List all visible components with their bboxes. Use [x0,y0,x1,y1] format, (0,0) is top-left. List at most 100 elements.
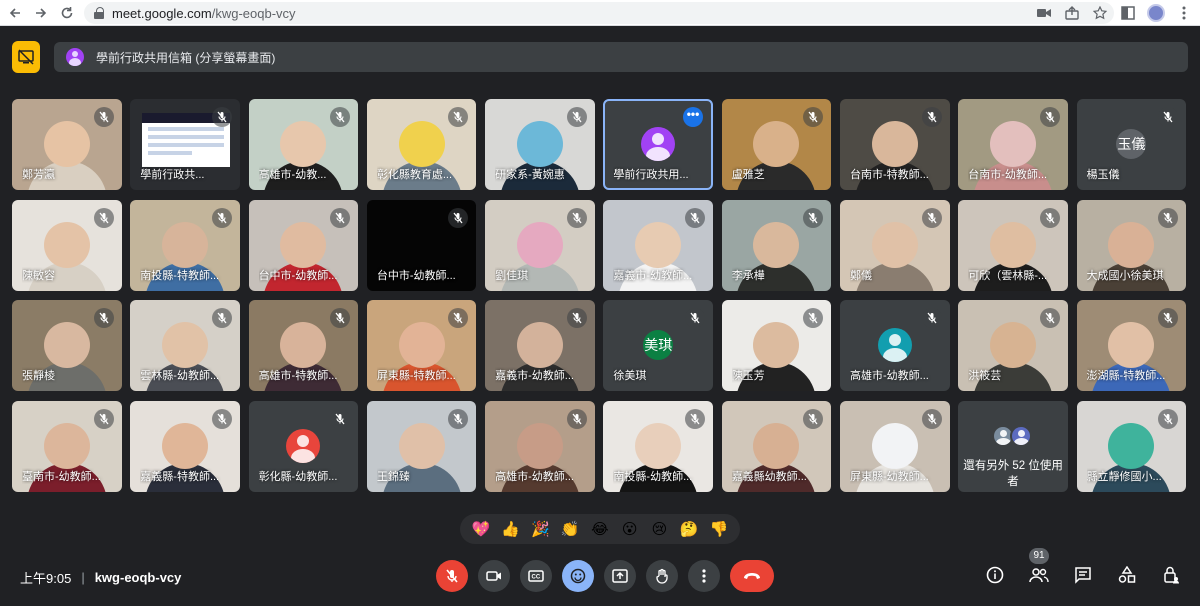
mic-off-icon [1039,207,1060,228]
reaction-emoji[interactable]: 👍 [500,520,522,538]
mic-off-icon [330,408,351,429]
raise-hand-button[interactable] [646,560,678,592]
activities-button[interactable] [1114,562,1140,588]
participant-tile[interactable]: 鄭儀 [839,199,950,291]
participant-initials: 玉儀 [1116,129,1147,159]
participant-tile[interactable]: 玉儀 楊玉儀 [1076,99,1187,190]
reaction-emoji[interactable]: 👎 [708,520,730,538]
participant-tile[interactable]: 嘉義市-幼教師... [603,199,713,291]
participant-tile[interactable]: 彰化縣-幼教師... [248,400,359,492]
participant-tile[interactable]: 還有另外 52 位使用者 [958,400,1068,492]
reactions-bar: 💖 👍 🎉 👏 😂 😮 😢 🤔 👎 [460,514,740,544]
present-now-button[interactable] [604,560,636,592]
participant-tile[interactable]: 澎湖縣-特教師... [1076,300,1187,391]
participant-tile[interactable]: 嘉義市-幼教師... [485,300,595,391]
participant-tile[interactable]: 台中市-幼教師... [248,199,359,291]
participant-tile[interactable]: 李承樺 [721,199,832,291]
participant-face [162,422,209,469]
participant-tile[interactable]: 縣立靜修國小... [1076,400,1187,492]
participant-face [871,221,918,268]
captions-button[interactable]: CC [520,560,552,592]
participant-name: 可欣（雲林縣-... [968,269,1048,282]
participant-tile[interactable]: 高雄市-幼教... [248,99,359,190]
more-vert-icon [702,569,706,583]
participant-name: 洪筱芸 [968,370,1002,382]
call-end-icon [744,573,760,579]
participant-tile[interactable]: 高雄市-幼教師... [485,400,595,492]
mic-off-icon [685,308,705,328]
participant-tile[interactable]: 南投縣-特教師... [130,199,240,291]
participant-avatar-icon [877,328,912,362]
participant-tile[interactable]: 雲林縣-幼教師... [130,300,240,391]
mic-off-icon [448,408,469,429]
participant-tile[interactable]: 高雄市-特教師... [248,300,359,391]
participant-face [753,121,800,167]
people-button[interactable]: 91 [1026,548,1052,588]
participant-tile[interactable]: 研家系-黃婉惠 [485,99,595,190]
participant-tile[interactable]: 高雄市-幼教師... [839,300,950,391]
stop-presenting-button[interactable] [12,41,40,73]
mic-toggle-button[interactable] [436,560,468,592]
participant-tile[interactable]: 彰化縣教育處... [366,99,477,190]
info-icon [986,566,1004,584]
participant-tile[interactable]: 王錦臻 [366,400,477,492]
participant-tile[interactable]: 屏東縣-幼教師... [839,400,950,492]
tile-options-button[interactable]: ••• [683,107,703,127]
participant-tile[interactable]: 嘉義縣-特教師... [130,400,240,492]
participant-tile[interactable]: 學前行政共... [130,99,240,190]
participant-tile[interactable]: 臺南市-幼教師... [12,400,122,492]
profile-icon[interactable] [1146,3,1166,23]
reaction-emoji[interactable]: 😂 [589,520,611,538]
address-bar[interactable]: meet.google.com/kwg-eoqb-vcy [84,2,1114,24]
reaction-emoji[interactable]: 😮 [619,520,641,538]
meeting-details-button[interactable] [982,562,1008,588]
participant-face [635,221,682,268]
participant-tile[interactable]: ••• 學前行政共用... [603,99,713,190]
reaction-emoji[interactable]: 💖 [470,520,492,538]
participant-tile[interactable]: 陳玉芳 [721,300,832,391]
participant-tile[interactable]: 張靜棱 [12,300,122,391]
participant-face [162,221,209,268]
call-controls: CC [436,560,774,592]
reaction-emoji[interactable]: 🤔 [678,520,700,538]
participant-tile[interactable]: 屏東縣-特教師... [366,300,477,391]
participant-tile[interactable]: 洪筱芸 [958,300,1068,391]
participant-tile[interactable]: 台中市-幼教師... [366,199,477,291]
participant-tile[interactable]: 嘉義縣幼教師... [721,400,832,492]
leave-call-button[interactable] [730,560,774,592]
reaction-emoji[interactable]: 🎉 [529,520,551,538]
participant-tile[interactable]: 大成國小徐美琪 [1076,199,1187,291]
participant-tile[interactable]: 台南市-特教師... [839,99,950,190]
host-controls-button[interactable] [1158,562,1184,588]
more-options-button[interactable] [688,560,720,592]
participant-tile[interactable]: 可欣（雲林縣-... [958,199,1068,291]
reaction-emoji[interactable]: 😢 [648,520,670,538]
participant-tile[interactable]: 盧雅芝 [721,99,832,190]
camera-icon[interactable] [1034,3,1054,23]
camera-toggle-button[interactable] [478,560,510,592]
mic-off-icon [211,107,232,127]
participant-tile[interactable]: 台南市-幼教師... [958,99,1068,190]
side-panel-buttons: 91 [982,548,1184,588]
sidebar-icon[interactable] [1118,3,1138,23]
star-icon[interactable] [1090,3,1110,23]
participant-tile[interactable]: 劉佳琪 [485,199,595,291]
share-icon[interactable] [1062,3,1082,23]
participant-tile[interactable]: 鄭芳瀛 [12,99,122,190]
reload-icon[interactable] [56,2,78,24]
forward-icon[interactable] [30,2,52,24]
participant-name: 陳玉芳 [731,370,765,382]
participant-tile[interactable]: 陳敏容 [12,199,122,291]
back-icon[interactable] [4,2,26,24]
participant-name: 台中市-幼教師... [376,269,456,282]
participant-name: 彰化縣教育處... [376,169,453,181]
reaction-emoji[interactable]: 👏 [559,520,581,538]
participant-tile[interactable]: 美琪 徐美琪 [603,300,713,391]
chat-button[interactable] [1070,562,1096,588]
presentation-banner[interactable]: 學前行政共用信箱 (分享螢幕畫面) [54,42,1188,72]
participant-name: 徐美琪 [613,370,647,382]
participant-tile[interactable]: 南投縣-幼教師... [603,400,713,492]
send-reaction-button[interactable] [562,560,594,592]
menu-icon[interactable] [1174,3,1194,23]
participant-avatar-icon [1010,424,1033,447]
